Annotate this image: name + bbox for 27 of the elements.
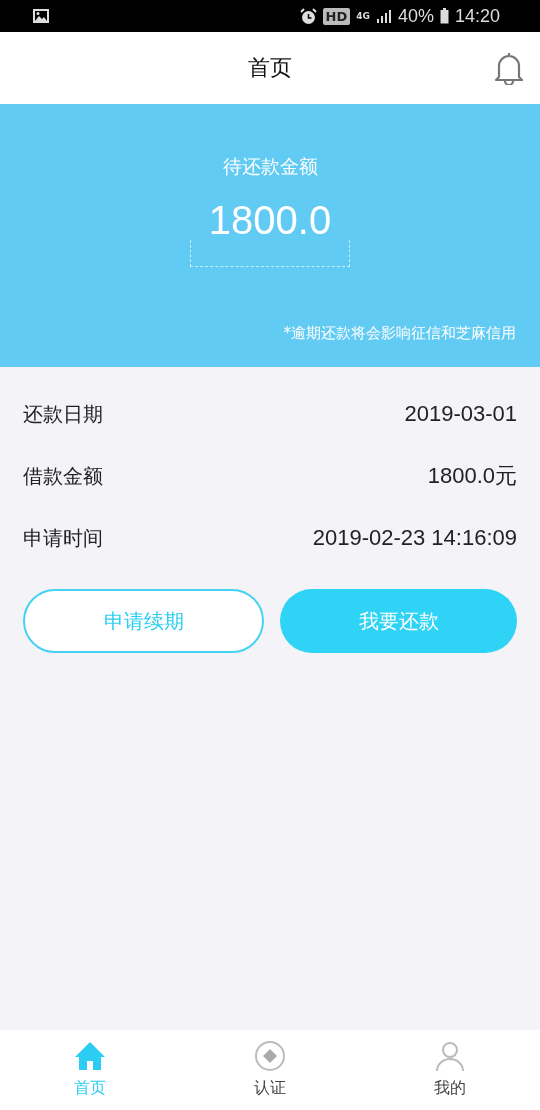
page-title: 首页 (248, 54, 292, 82)
nav-tab[interactable]: 认证 (180, 1030, 360, 1110)
repay-button[interactable]: 我要还款 (280, 589, 517, 653)
overdue-note: *逾期还款将会影响征信和芝麻信用 (283, 324, 516, 343)
detail-value: 2019-03-01 (404, 401, 517, 427)
clock-time: 14:20 (454, 5, 500, 27)
battery-icon (439, 8, 449, 24)
hd-badge: HD (322, 7, 351, 25)
nav-tab[interactable]: 我的 (360, 1030, 540, 1110)
detail-value: 2019-02-23 14:16:09 (312, 525, 517, 551)
due-label: 待还款金额 (222, 154, 318, 179)
battery-percent: 40% (397, 5, 434, 27)
alarm-icon (299, 7, 317, 25)
nav-tab[interactable]: 首页 (0, 1030, 180, 1110)
detail-label: 还款日期 (23, 400, 103, 428)
person-icon (434, 1040, 466, 1072)
renew-button[interactable]: 申请续期 (23, 589, 264, 653)
home-icon (74, 1040, 106, 1072)
due-amount: 1800.0 (208, 197, 332, 244)
detail-value: 1800.0元 (427, 462, 517, 490)
detail-label: 借款金额 (23, 462, 103, 490)
image-icon (33, 9, 49, 23)
diamond-circle-icon (254, 1040, 286, 1072)
network-label: 4G (356, 11, 370, 21)
signal-icon (375, 9, 392, 23)
bell-icon[interactable] (494, 51, 524, 85)
detail-label: 申请时间 (23, 524, 103, 552)
